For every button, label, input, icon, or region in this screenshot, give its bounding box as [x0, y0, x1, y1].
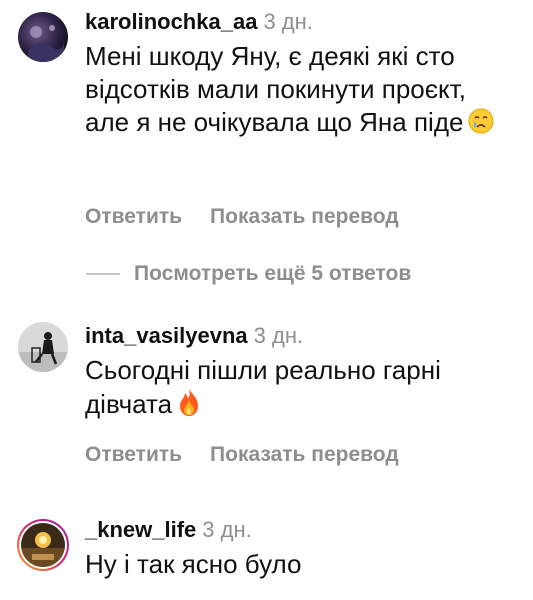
- reply-button[interactable]: Ответить: [85, 443, 182, 466]
- comment-username[interactable]: karolinochka_aa: [85, 9, 257, 34]
- comment-meta: karolinochka_aa 3 дн.: [85, 8, 523, 36]
- comment-time: 3 дн.: [202, 517, 252, 542]
- comment-username[interactable]: inta_vasilyevna: [85, 323, 248, 348]
- comment-body: _knew_life 3 дн. Ну і так ясно було: [85, 516, 523, 581]
- comment-text: Ну і так ясно було: [85, 548, 515, 581]
- show-translation-button[interactable]: Показать перевод: [210, 443, 399, 466]
- avatar-inta-vasilyevna[interactable]: [18, 322, 68, 372]
- comment-text: Сьогодні пішли реально гарні дівчата: [85, 354, 505, 425]
- comment-item: inta_vasilyevna 3 дн. Сьогодні пішли реал…: [18, 322, 523, 472]
- divider-line: [86, 273, 120, 275]
- fire-icon: [176, 387, 202, 425]
- crying-face-icon: [467, 107, 495, 143]
- comment-text: Мені шкоду Яну, є деякі які сто відсоткі…: [85, 40, 515, 143]
- comment-body: inta_vasilyevna 3 дн. Сьогодні пішли реал…: [85, 322, 523, 466]
- comment-item: _knew_life 3 дн. Ну і так ясно було: [16, 516, 523, 596]
- avatar-karolinochka[interactable]: [18, 12, 68, 62]
- view-more-replies-button[interactable]: Посмотреть ещё 5 ответов: [86, 260, 411, 288]
- comment-actions: Ответить Показать перевод: [85, 205, 399, 229]
- comment-text-content: Ну і так ясно було: [85, 549, 302, 579]
- comment-time: 3 дн.: [263, 9, 313, 34]
- comment-meta: inta_vasilyevna 3 дн.: [85, 322, 523, 350]
- comment-body: karolinochka_aa 3 дн. Мені шкоду Яну, є д…: [85, 8, 523, 228]
- comment-text-content: Сьогодні пішли реально гарні дівчата: [85, 355, 441, 419]
- reply-button[interactable]: Ответить: [85, 205, 182, 228]
- comment-meta: _knew_life 3 дн.: [85, 516, 523, 544]
- comment-text-content: Мені шкоду Яну, є деякі які сто відсоткі…: [85, 41, 466, 137]
- comment-item: karolinochka_aa 3 дн. Мені шкоду Яну, є д…: [18, 8, 523, 238]
- view-more-label: Посмотреть ещё 5 ответов: [134, 262, 412, 285]
- show-translation-button[interactable]: Показать перевод: [210, 205, 399, 228]
- comment-username[interactable]: _knew_life: [85, 517, 196, 542]
- avatar-knew-life[interactable]: [16, 518, 70, 572]
- comment-actions: Ответить Показать перевод: [85, 443, 399, 467]
- comment-time: 3 дн.: [253, 323, 304, 348]
